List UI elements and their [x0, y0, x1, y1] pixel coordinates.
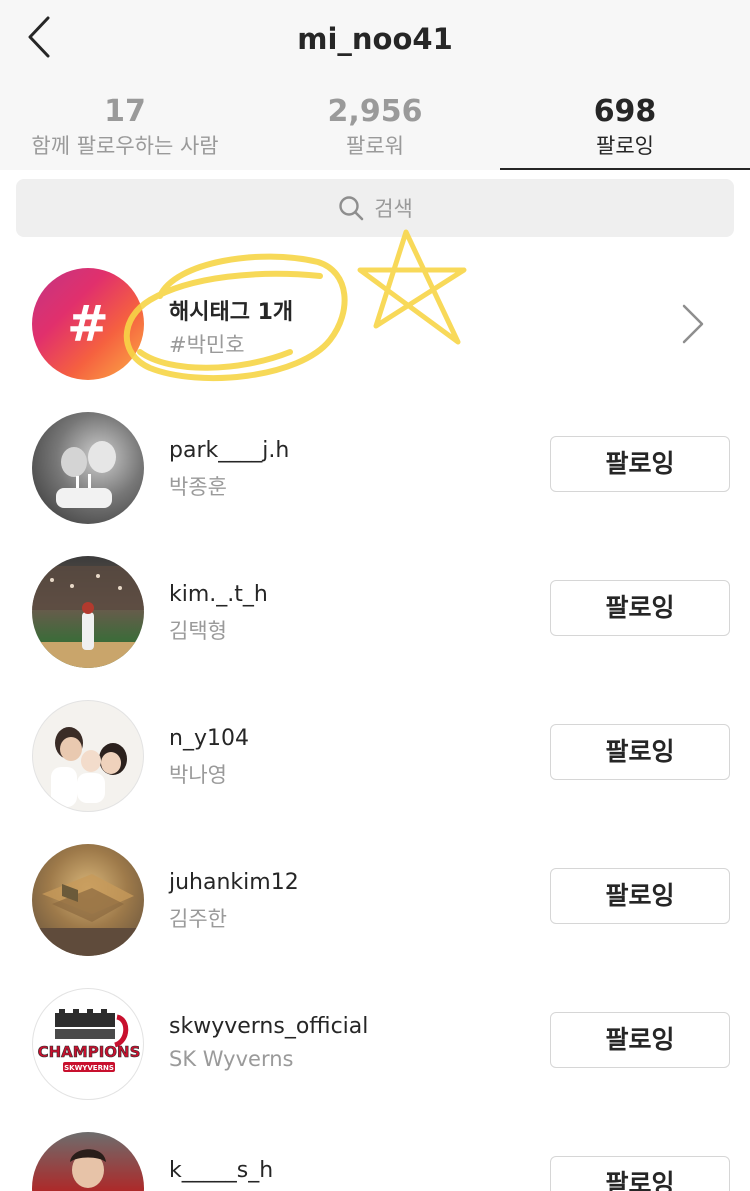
hashtags-row[interactable]: # 해시태그 1개 #박민호: [0, 252, 750, 396]
list-item: park____j.h 박종훈 팔로잉: [0, 396, 750, 540]
following-button[interactable]: 팔로잉: [550, 724, 730, 780]
tab-label: 팔로워: [346, 134, 404, 158]
following-button[interactable]: 팔로잉: [550, 580, 730, 636]
chevron-right-icon[interactable]: [676, 300, 708, 348]
username[interactable]: kim._.t_h: [169, 582, 268, 607]
list-item: CHAMPIONS SKWYVERNS skwyverns_official S…: [0, 972, 750, 1116]
username[interactable]: k_____s_h: [169, 1158, 273, 1183]
list-item: juhankim12 김주한 팔로잉: [0, 828, 750, 972]
page-title: mi_noo41: [297, 22, 453, 56]
following-button[interactable]: 팔로잉: [550, 436, 730, 492]
search-placeholder: 검색: [374, 197, 413, 221]
logo-text: CHAMPIONS: [38, 1043, 141, 1061]
hashtags-subtitle: #박민호: [169, 333, 245, 357]
tab-followers[interactable]: 2,956 팔로워: [250, 94, 500, 170]
active-tab-indicator: [500, 168, 750, 170]
list-item: k_____s_h 팔로잉: [0, 1116, 750, 1191]
full-name: SK Wyverns: [169, 1047, 294, 1071]
full-name: 박나영: [169, 763, 227, 787]
logo-subtext: SKWYVERNS: [64, 1064, 114, 1072]
tab-count: 17: [104, 94, 146, 129]
avatar-photo: [70, 1149, 106, 1188]
list-item: kim._.t_h 김택형 팔로잉: [0, 540, 750, 684]
tab-mutual-followers[interactable]: 17 함께 팔로우하는 사람: [0, 94, 250, 170]
avatar[interactable]: [32, 412, 144, 524]
full-name: 김택형: [169, 619, 227, 643]
tab-count: 2,956: [327, 94, 423, 129]
hashtag-icon: #: [67, 295, 109, 353]
list-item: n_y104 박나영 팔로잉: [0, 684, 750, 828]
hashtags-title: 해시태그 1개: [169, 300, 294, 325]
avatar[interactable]: [32, 556, 144, 668]
search-input[interactable]: 검색: [16, 179, 734, 237]
username[interactable]: park____j.h: [169, 438, 289, 463]
hashtag-avatar: #: [32, 268, 144, 380]
header: mi_noo41 17 함께 팔로우하는 사람 2,956 팔로워 698 팔로…: [0, 0, 750, 170]
tab-label: 팔로잉: [596, 134, 654, 158]
search-icon: [339, 196, 364, 221]
username[interactable]: juhankim12: [169, 870, 299, 895]
following-button[interactable]: 팔로잉: [550, 1012, 730, 1068]
avatar-photo: [56, 441, 116, 508]
avatar[interactable]: CHAMPIONS SKWYVERNS: [32, 988, 144, 1100]
username[interactable]: skwyverns_official: [169, 1014, 368, 1039]
username[interactable]: n_y104: [169, 726, 249, 751]
tab-count: 698: [593, 94, 657, 129]
avatar-photo: [32, 874, 144, 956]
tab-label: 함께 팔로우하는 사람: [31, 134, 219, 158]
champions-logo: CHAMPIONS SKWYVERNS: [37, 1009, 141, 1072]
avatar[interactable]: [32, 844, 144, 956]
following-button[interactable]: 팔로잉: [550, 868, 730, 924]
tab-bar: 17 함께 팔로우하는 사람 2,956 팔로워 698 팔로잉: [0, 94, 750, 170]
full-name: 김주한: [169, 907, 227, 931]
avatar[interactable]: [32, 1132, 144, 1191]
avatar[interactable]: [32, 700, 144, 812]
avatar-photo: [32, 566, 144, 668]
tab-following[interactable]: 698 팔로잉: [500, 94, 750, 170]
avatar-photo: [51, 727, 127, 807]
following-button[interactable]: 팔로잉: [550, 1156, 730, 1191]
full-name: 박종훈: [169, 475, 227, 499]
